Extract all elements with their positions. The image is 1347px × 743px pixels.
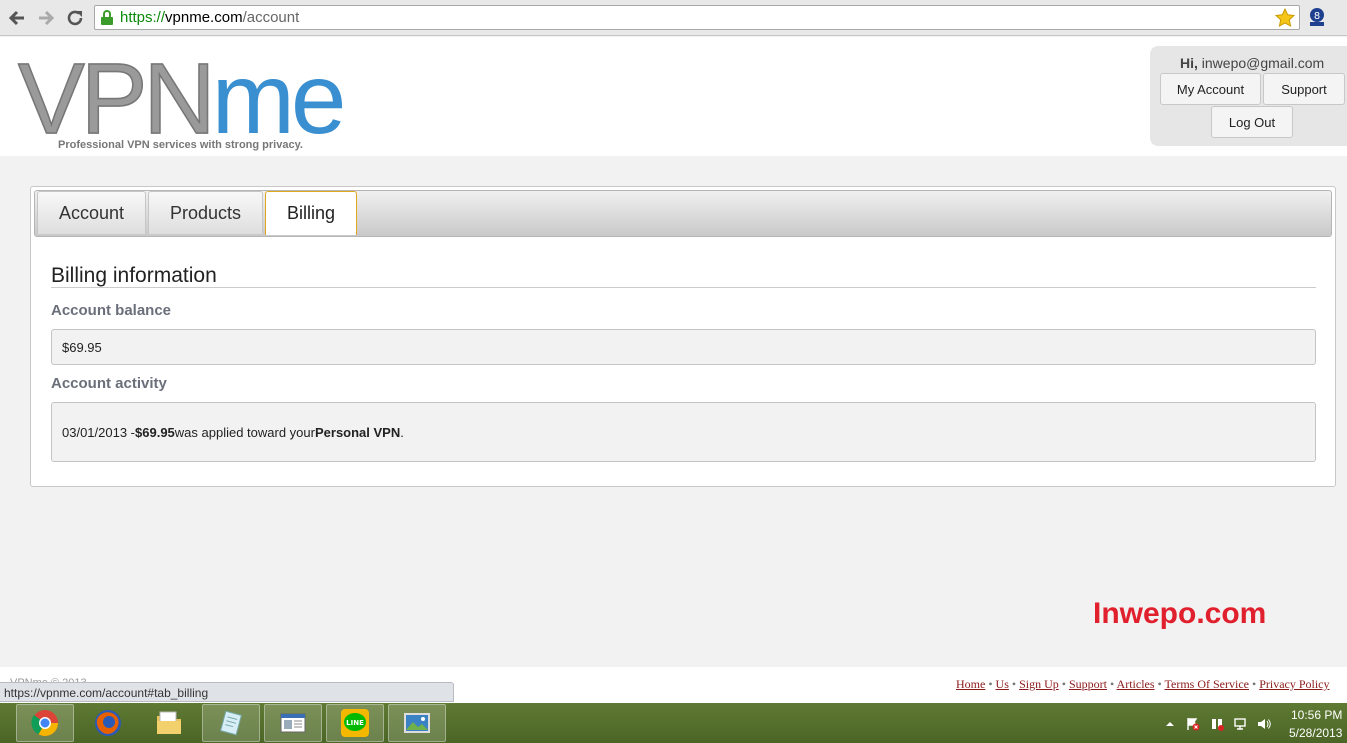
footer-link-support[interactable]: Support (1069, 677, 1107, 691)
taskbar-notepad[interactable] (202, 704, 260, 742)
taskbar-file-explorer[interactable] (140, 704, 198, 742)
lock-icon (101, 10, 113, 25)
window-icon (280, 713, 306, 733)
volume-icon[interactable] (1257, 717, 1271, 731)
folder-icon (157, 711, 181, 734)
footer-link-terms[interactable]: Terms Of Service (1165, 677, 1249, 691)
photo-viewer-icon (404, 713, 430, 733)
support-button[interactable]: Support (1263, 73, 1345, 105)
tab-account[interactable]: Account (37, 191, 146, 234)
footer-links: Home • Us • Sign Up • Support • Articles… (956, 677, 1330, 691)
chrome-icon (31, 710, 59, 737)
address-bar[interactable]: https://vpnme.com/account (94, 5, 1300, 30)
balance-label: Account balance (51, 302, 172, 319)
tagline: Professional VPN services with strong pr… (58, 139, 303, 151)
url-text: https://vpnme.com/account (120, 9, 300, 26)
bookmark-star-icon[interactable] (1275, 8, 1295, 28)
taskbar-chrome[interactable] (16, 704, 74, 742)
svg-text:LINE: LINE (346, 719, 364, 727)
notepad-icon (220, 710, 242, 736)
reload-button[interactable] (63, 6, 87, 30)
billing-title: Billing information (51, 264, 217, 287)
clock-date[interactable]: 5/28/2013 (1289, 726, 1342, 740)
watermark: Inwepo.com (1093, 597, 1267, 630)
browser-toolbar: https://vpnme.com/account 8 (0, 0, 1347, 36)
tray-expand-icon[interactable] (1163, 717, 1177, 731)
taskbar-news-app[interactable] (264, 704, 322, 742)
site-header: VPNme Professional VPN services with str… (0, 37, 1347, 156)
action-center-flag-icon[interactable] (1186, 717, 1200, 731)
firefox-icon (95, 710, 121, 736)
tab-billing[interactable]: Billing (265, 191, 357, 235)
reload-icon (67, 10, 83, 26)
windows-taskbar: LINE (0, 703, 1347, 743)
extension-icon[interactable]: 8 (1307, 7, 1327, 27)
status-bar-url: https://vpnme.com/account#tab_billing (0, 682, 454, 702)
line-messenger-icon: LINE (341, 709, 369, 737)
back-button[interactable] (5, 6, 29, 30)
activity-entry: 03/01/2013 - $69.95 was applied toward y… (51, 402, 1316, 462)
logout-button[interactable]: Log Out (1211, 106, 1293, 138)
title-divider (51, 287, 1316, 288)
my-account-button[interactable]: My Account (1160, 73, 1261, 105)
taskbar-firefox[interactable] (79, 704, 137, 742)
back-arrow-icon (8, 10, 24, 26)
clock-time[interactable]: 10:56 PM (1291, 708, 1342, 722)
footer-link-privacy[interactable]: Privacy Policy (1259, 677, 1329, 691)
footer-link-signup[interactable]: Sign Up (1019, 677, 1059, 691)
footer-link-articles[interactable]: Articles (1117, 677, 1155, 691)
taskbar-line[interactable]: LINE (326, 704, 384, 742)
svg-text:8: 8 (1314, 11, 1320, 22)
activity-label: Account activity (51, 375, 167, 392)
vpnme-logo[interactable]: VPNme (17, 48, 346, 150)
account-panel: Account Products Billing Billing informa… (30, 186, 1336, 487)
balance-field: $69.95 (51, 329, 1316, 365)
forward-button[interactable] (34, 6, 58, 30)
user-email: inwepo@gmail.com (1201, 55, 1325, 71)
user-greeting: Hi, inwepo@gmail.com (1180, 55, 1325, 71)
forward-arrow-icon (39, 10, 55, 26)
network-icon[interactable] (1234, 717, 1248, 731)
taskbar-photo-viewer[interactable] (388, 704, 446, 742)
footer-link-home[interactable]: Home (956, 677, 985, 691)
tab-products[interactable]: Products (148, 191, 263, 234)
footer-link-us[interactable]: Us (996, 677, 1009, 691)
power-icon[interactable] (1210, 717, 1224, 731)
